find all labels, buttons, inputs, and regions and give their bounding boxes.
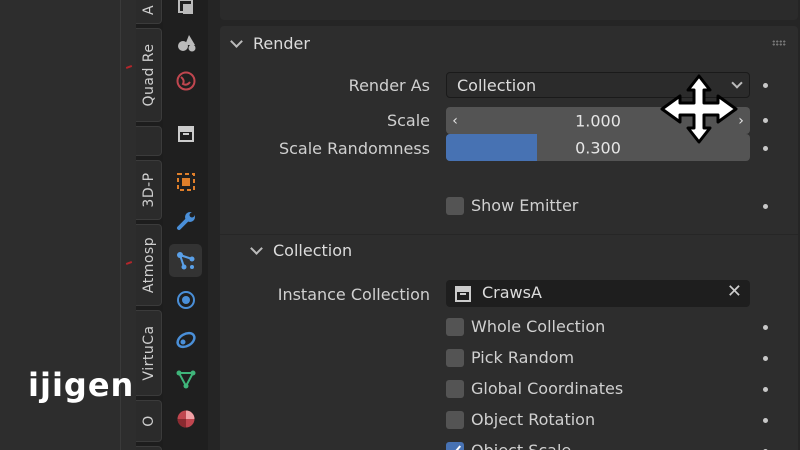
collection-icon [455, 286, 471, 302]
scale-randomness-label: Scale Randomness [278, 139, 430, 158]
checkbox[interactable] [446, 379, 464, 398]
output-icon[interactable] [169, 0, 202, 23]
drag-grip-icon[interactable] [772, 40, 786, 46]
collection-option-checkbox[interactable]: Whole Collection [446, 317, 605, 336]
scene-icon[interactable] [169, 25, 202, 58]
collection-option-checkbox[interactable]: Pick Random [446, 348, 574, 367]
collection-option-checkbox[interactable]: Object Rotation [446, 410, 595, 429]
axis-marker [125, 65, 133, 69]
animate-property-dot[interactable] [763, 387, 768, 392]
collection-subpanel: Collection Instance Collection CrawsA ✕ … [220, 234, 798, 450]
instance-collection-label: Instance Collection [277, 285, 430, 304]
close-icon[interactable]: ✕ [727, 281, 742, 302]
resize-cursor-icon [660, 74, 738, 144]
collection-icon[interactable] [169, 116, 202, 149]
sidebar-tab[interactable]: 3D-P [136, 160, 162, 220]
animate-property-dot[interactable] [763, 83, 768, 88]
sidebar-tab[interactable]: O [136, 400, 162, 442]
sidebar-tab[interactable]: Atmosp [136, 224, 162, 306]
collection-section-header[interactable]: Collection [250, 241, 352, 260]
previous-section [220, 0, 798, 20]
animate-property-dot[interactable] [763, 356, 768, 361]
render-section-header[interactable]: Render [230, 34, 310, 53]
instance-collection-field[interactable]: CrawsA ✕ [446, 280, 750, 307]
particles-icon[interactable] [169, 244, 202, 277]
animate-property-dot[interactable] [763, 146, 768, 151]
constraint-icon[interactable] [169, 323, 202, 356]
material-icon[interactable] [169, 402, 202, 435]
animate-property-dot[interactable] [763, 418, 768, 423]
sidebar-tab[interactable]: Quad Re [136, 28, 162, 122]
sidebar-tabs: A Quad Re 3D-P Atmosp VirtuCa O [136, 0, 163, 450]
collection-option-checkbox[interactable]: Global Coordinates [446, 379, 623, 398]
object-icon[interactable] [169, 165, 202, 198]
checkbox[interactable] [446, 348, 464, 367]
checkbox[interactable] [446, 196, 464, 215]
sidebar-tab[interactable] [136, 446, 162, 450]
animate-property-dot[interactable] [763, 204, 768, 209]
wrench-icon[interactable] [169, 204, 202, 237]
data-icon[interactable] [169, 362, 202, 395]
chevron-down-icon [250, 241, 263, 255]
sidebar-tab[interactable]: A [136, 0, 162, 24]
world-icon[interactable] [169, 64, 202, 97]
show-emitter-checkbox[interactable]: Show Emitter [446, 196, 578, 215]
properties-tab-bar [163, 0, 208, 450]
checkbox[interactable] [446, 441, 464, 450]
chevron-down-icon [230, 34, 243, 48]
collection-option-checkbox[interactable]: Object Scale [446, 441, 571, 450]
properties-panel: Render Render As Collection Scale ‹ 1.00… [208, 0, 800, 450]
animate-property-dot[interactable] [763, 118, 768, 123]
physics-icon[interactable] [169, 283, 202, 316]
checkbox[interactable] [446, 317, 464, 336]
sidebar-tab[interactable]: VirtuCa [136, 310, 162, 396]
animate-property-dot[interactable] [763, 325, 768, 330]
watermark-logo: ijigen [28, 366, 135, 404]
checkbox[interactable] [446, 410, 464, 429]
scale-label: Scale [386, 111, 430, 130]
sidebar-tab[interactable] [136, 126, 162, 156]
3d-viewport[interactable]: ijigen [0, 0, 136, 450]
render-as-label: Render As [348, 76, 430, 95]
axis-marker [125, 261, 133, 265]
